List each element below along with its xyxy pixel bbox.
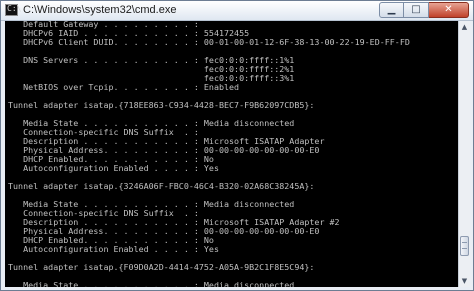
- window-title: C:\Windows\system32\cmd.exe: [23, 4, 177, 16]
- console-line: NetBIOS over Tcpip. . . . . . . . : Enab…: [8, 82, 240, 92]
- window-controls: ▁ □ ✕: [379, 2, 469, 18]
- console-line: Tunnel adapter isatap.{F09D0A2D-4414-475…: [8, 262, 315, 272]
- grip-icon: [462, 242, 467, 249]
- cmd-window: C:\ C:\Windows\system32\cmd.exe ▁ □ ✕ De…: [0, 0, 474, 291]
- maximize-button[interactable]: □: [404, 2, 429, 18]
- console-line: Media State . . . . . . . . . . . : Medi…: [8, 280, 295, 288]
- close-button[interactable]: ✕: [429, 2, 469, 18]
- scroll-thumb[interactable]: [460, 236, 469, 256]
- scroll-up-arrow-icon[interactable]: ▲: [459, 21, 470, 33]
- console-line: Autoconfiguration Enabled . . . . : Yes: [8, 244, 219, 254]
- console-line: Tunnel adapter isatap.{3246A06F-FBC0-46C…: [8, 181, 315, 191]
- console-line: Tunnel adapter isatap.{718EE863-C934-442…: [8, 100, 315, 110]
- cmd-icon[interactable]: C:\: [5, 4, 21, 16]
- scroll-down-arrow-icon[interactable]: ▼: [459, 275, 470, 287]
- console-line: DHCPv6 Client DUID. . . . . . . . : 00-0…: [8, 37, 410, 47]
- title-bar[interactable]: C:\ C:\Windows\system32\cmd.exe ▁ □ ✕: [1, 1, 473, 21]
- minimize-button[interactable]: ▁: [379, 2, 404, 18]
- vertical-scrollbar[interactable]: ▲ ▼: [458, 21, 470, 287]
- console-output[interactable]: Default Gateway . . . . . . . . . : DHCP…: [5, 21, 458, 287]
- console-line: Autoconfiguration Enabled . . . . : Yes: [8, 163, 219, 173]
